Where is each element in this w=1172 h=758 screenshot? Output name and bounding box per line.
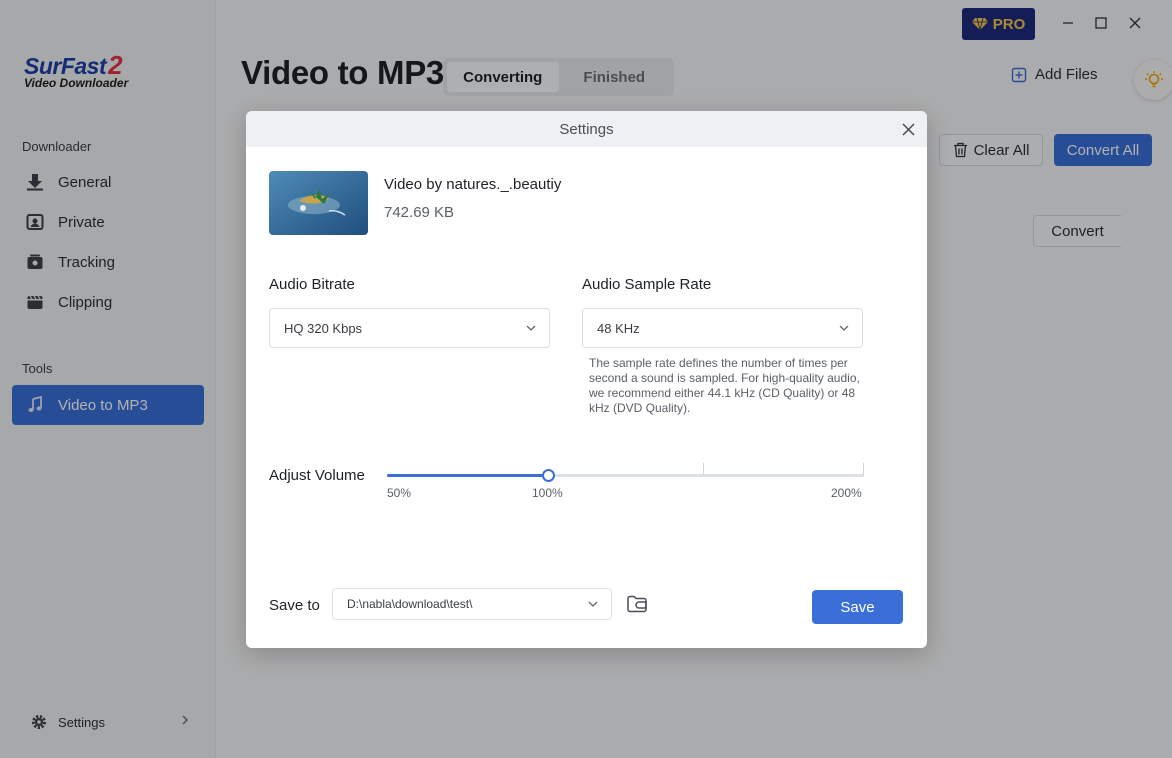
sample-rate-hint: The sample rate defines the number of ti… xyxy=(589,356,860,415)
settings-dialog: Settings Video by natures._.beautiy 742.… xyxy=(246,111,927,648)
dialog-close-button[interactable] xyxy=(899,120,917,138)
slider-fill xyxy=(387,474,548,477)
chevron-down-icon xyxy=(587,598,599,613)
audio-bitrate-value: HQ 320 Kbps xyxy=(284,320,363,336)
file-size: 742.69 KB xyxy=(384,204,455,221)
sample-rate-value: 48 KHz xyxy=(597,320,640,336)
slider-thumb[interactable] xyxy=(541,469,555,482)
volume-mid-label: 100% xyxy=(532,486,563,500)
save-to-label: Save to xyxy=(269,597,320,614)
sample-rate-select[interactable]: 48 KHz xyxy=(582,308,863,348)
dialog-title: Settings xyxy=(559,120,614,138)
volume-max-label: 200% xyxy=(831,486,862,500)
save-button[interactable]: Save xyxy=(812,590,903,624)
sample-rate-label: Audio Sample Rate xyxy=(582,276,712,293)
dialog-header: Settings xyxy=(246,111,927,147)
volume-min-label: 50% xyxy=(387,486,412,500)
save-path-value: D:\nabla\download\test\ xyxy=(347,597,473,611)
chevron-down-icon xyxy=(525,322,537,337)
slider-tick xyxy=(703,463,704,475)
save-path-select[interactable]: D:\nabla\download\test\ xyxy=(332,588,612,620)
adjust-volume-label: Adjust Volume xyxy=(269,467,365,484)
file-name: Video by natures._.beautiy xyxy=(384,176,562,193)
volume-slider[interactable] xyxy=(387,461,865,491)
slider-tick xyxy=(863,463,864,475)
close-icon xyxy=(902,123,914,135)
audio-bitrate-select[interactable]: HQ 320 Kbps xyxy=(269,308,550,348)
folder-icon xyxy=(627,595,647,613)
browse-folder-button[interactable] xyxy=(625,592,649,616)
video-thumbnail xyxy=(269,171,368,235)
chevron-down-icon xyxy=(838,322,850,337)
audio-bitrate-label: Audio Bitrate xyxy=(269,276,355,293)
